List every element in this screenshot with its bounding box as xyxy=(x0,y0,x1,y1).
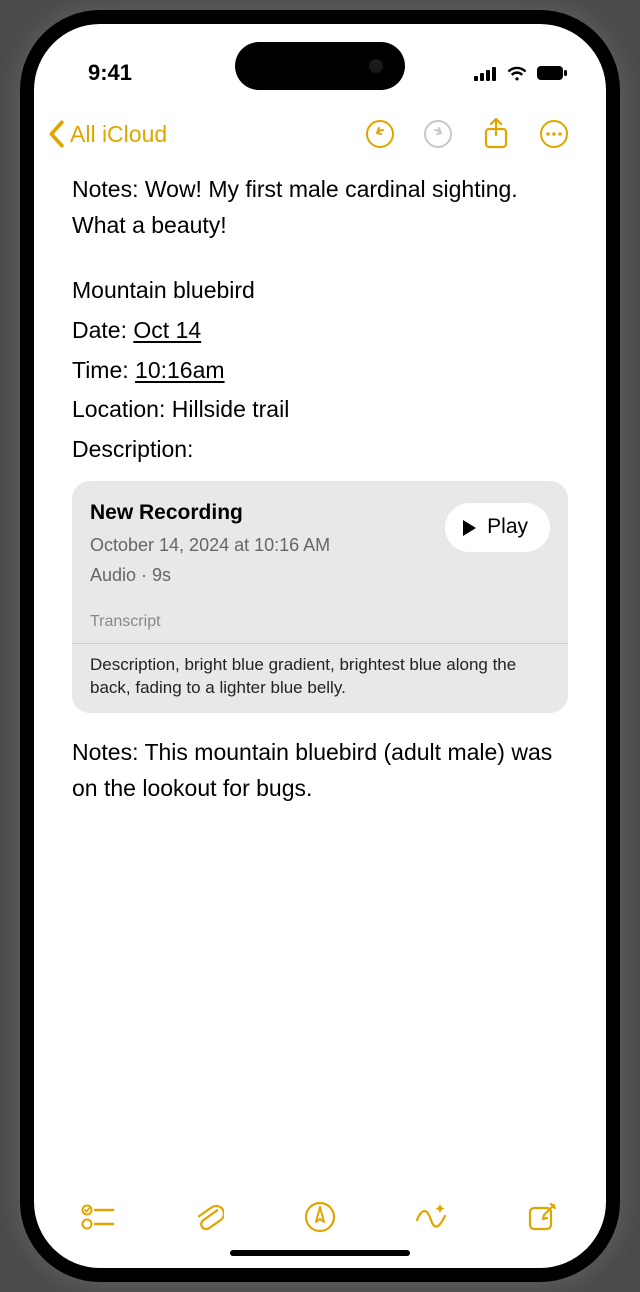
markup-button[interactable] xyxy=(300,1197,340,1237)
share-button[interactable] xyxy=(472,110,520,158)
note-text: Mountain bluebird xyxy=(72,273,568,309)
checklist-button[interactable] xyxy=(78,1197,118,1237)
attach-button[interactable] xyxy=(189,1197,229,1237)
play-label: Play xyxy=(487,511,528,544)
more-button[interactable] xyxy=(530,110,578,158)
status-time: 9:41 xyxy=(88,60,132,86)
play-button[interactable]: Play xyxy=(445,503,550,552)
undo-button[interactable] xyxy=(356,110,404,158)
ai-sparkle-button[interactable] xyxy=(411,1197,451,1237)
recording-timestamp: October 14, 2024 at 10:16 AM xyxy=(90,532,330,560)
transcript-label: Transcript xyxy=(90,610,550,635)
back-button[interactable]: All iCloud xyxy=(46,120,167,148)
time-link[interactable]: 10:16am xyxy=(135,357,225,383)
note-text: Date: Oct 14 xyxy=(72,313,568,349)
recording-title: New Recording xyxy=(90,497,330,530)
recording-meta: Audio · 9s xyxy=(90,562,330,590)
dynamic-island xyxy=(235,42,405,90)
note-text: Location: Hillside trail xyxy=(72,392,568,428)
compose-button[interactable] xyxy=(522,1197,562,1237)
home-indicator[interactable] xyxy=(230,1250,410,1256)
divider xyxy=(72,643,568,644)
audio-attachment[interactable]: New Recording October 14, 2024 at 10:16 … xyxy=(72,481,568,713)
note-text: Description: xyxy=(72,432,568,468)
date-link[interactable]: Oct 14 xyxy=(133,317,201,343)
wifi-icon xyxy=(506,65,528,81)
transcript-text: Description, bright blue gradient, brigh… xyxy=(90,654,550,700)
cellular-icon xyxy=(474,66,498,81)
note-text: Time: 10:16am xyxy=(72,353,568,389)
note-text: Notes: Wow! My first male cardinal sight… xyxy=(72,172,568,243)
back-label: All iCloud xyxy=(70,121,167,148)
note-text: Notes: This mountain bluebird (adult mal… xyxy=(72,735,568,806)
redo-button xyxy=(414,110,462,158)
battery-icon xyxy=(536,65,568,81)
play-icon xyxy=(461,519,477,537)
navigation-bar: All iCloud xyxy=(34,102,606,166)
note-body[interactable]: Notes: Wow! My first male cardinal sight… xyxy=(34,166,606,1172)
